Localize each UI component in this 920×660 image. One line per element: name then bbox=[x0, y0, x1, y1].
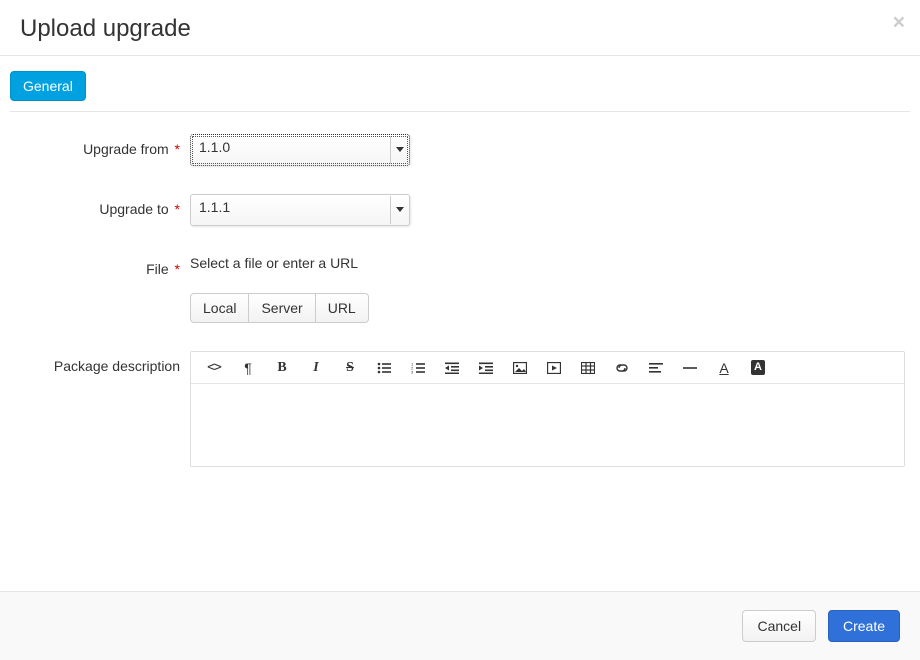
file-url-button[interactable]: URL bbox=[316, 293, 369, 323]
horizontal-rule-icon[interactable] bbox=[673, 354, 707, 382]
strikethrough-icon[interactable]: S bbox=[333, 354, 367, 382]
upgrade-to-select-wrap: 1.1.1 bbox=[190, 194, 410, 226]
modal-body: General Upgrade from * 1.1.0 Upgrade to … bbox=[0, 56, 920, 499]
italic-icon[interactable]: I bbox=[299, 354, 333, 382]
file-hint: Select a file or enter a URL bbox=[190, 254, 910, 271]
upgrade-to-select[interactable]: 1.1.1 bbox=[190, 194, 410, 226]
tab-general[interactable]: General bbox=[10, 71, 86, 101]
control-upgrade-from: 1.1.0 bbox=[190, 134, 910, 166]
row-description: Package description <> ¶ B I S 123 bbox=[10, 351, 910, 467]
modal-title: Upload upgrade bbox=[20, 15, 900, 43]
modal-header: Upload upgrade × bbox=[0, 0, 920, 56]
label-file: File * bbox=[10, 254, 190, 277]
video-icon[interactable] bbox=[537, 354, 571, 382]
upgrade-from-select-wrap: 1.1.0 bbox=[190, 134, 410, 166]
row-upgrade-from: Upgrade from * 1.1.0 bbox=[10, 134, 910, 166]
svg-text:3: 3 bbox=[411, 369, 414, 374]
bullet-list-icon[interactable] bbox=[367, 354, 401, 382]
outdent-icon[interactable] bbox=[435, 354, 469, 382]
tabs-row: General bbox=[10, 71, 910, 101]
numbered-list-icon[interactable]: 123 bbox=[401, 354, 435, 382]
upgrade-from-select[interactable]: 1.1.0 bbox=[190, 134, 410, 166]
editor-content[interactable] bbox=[191, 384, 904, 466]
divider bbox=[10, 111, 910, 112]
file-server-button[interactable]: Server bbox=[249, 293, 315, 323]
control-file: Select a file or enter a URL Local Serve… bbox=[190, 254, 910, 323]
modal-footer: Cancel Create bbox=[0, 591, 920, 660]
label-description: Package description bbox=[10, 351, 190, 374]
editor-toolbar: <> ¶ B I S 123 bbox=[191, 352, 904, 384]
align-icon[interactable] bbox=[639, 354, 673, 382]
paragraph-icon[interactable]: ¶ bbox=[231, 354, 265, 382]
create-button[interactable]: Create bbox=[828, 610, 900, 642]
table-icon[interactable] bbox=[571, 354, 605, 382]
bold-icon[interactable]: B bbox=[265, 354, 299, 382]
label-upgrade-to: Upgrade to * bbox=[10, 194, 190, 217]
text-color-icon[interactable]: A bbox=[707, 354, 741, 382]
control-description: <> ¶ B I S 123 bbox=[190, 351, 910, 467]
indent-icon[interactable] bbox=[469, 354, 503, 382]
file-source-group: Local Server URL bbox=[190, 293, 369, 323]
cancel-button[interactable]: Cancel bbox=[742, 610, 816, 642]
row-file: File * Select a file or enter a URL Loca… bbox=[10, 254, 910, 323]
file-local-button[interactable]: Local bbox=[190, 293, 249, 323]
label-upgrade-from: Upgrade from * bbox=[10, 134, 190, 157]
background-color-icon[interactable]: A bbox=[741, 354, 775, 382]
close-button[interactable]: × bbox=[893, 12, 905, 33]
image-icon[interactable] bbox=[503, 354, 537, 382]
link-icon[interactable] bbox=[605, 354, 639, 382]
control-upgrade-to: 1.1.1 bbox=[190, 194, 910, 226]
rich-text-editor: <> ¶ B I S 123 bbox=[190, 351, 905, 467]
code-view-icon[interactable]: <> bbox=[197, 354, 231, 382]
row-upgrade-to: Upgrade to * 1.1.1 bbox=[10, 194, 910, 226]
